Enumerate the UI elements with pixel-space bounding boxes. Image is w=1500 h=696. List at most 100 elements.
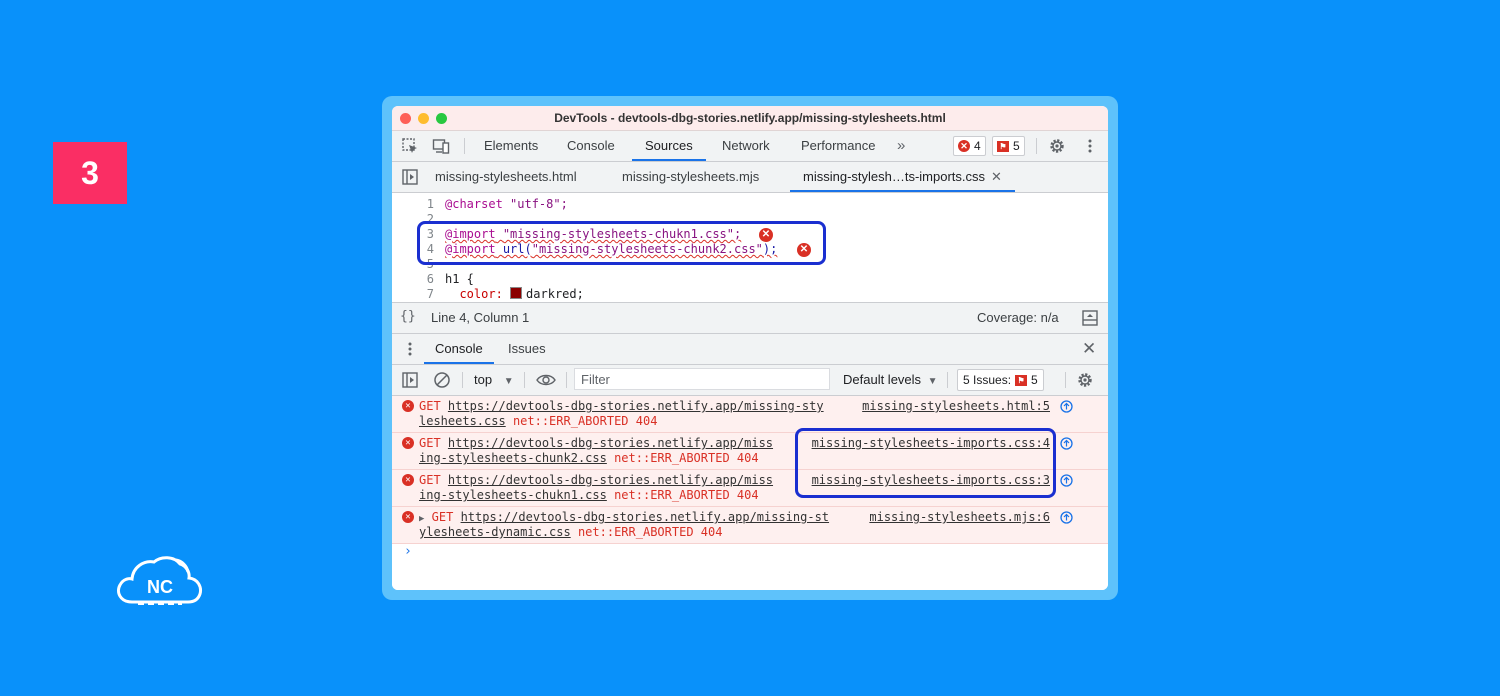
issue-flag-icon: ⚑ [1015, 374, 1028, 386]
request-url-link[interactable]: lesheets.css [419, 414, 506, 428]
issue-counter-button[interactable]: ⚑ 5 [992, 136, 1025, 156]
error-text: net::ERR_ABORTED 404 [512, 414, 658, 428]
more-options-icon[interactable] [1081, 137, 1099, 155]
step-number-badge: 3 [53, 142, 127, 204]
context-selector[interactable]: top ▼ [474, 372, 514, 387]
tab-performance[interactable]: Performance [801, 131, 875, 161]
device-toolbar-icon[interactable] [432, 137, 450, 155]
toolbar-divider [947, 372, 948, 388]
annotation-highlight-box [417, 221, 826, 265]
console-toolbar: top ▼ Default levels ▼ 5 Issues: ⚑ 5 [392, 365, 1108, 396]
request-method: GET [431, 510, 454, 524]
tab-console[interactable]: Console [567, 131, 615, 161]
annotation-highlight-box [795, 428, 1056, 498]
line-number: 7 [426, 287, 434, 301]
error-icon: ✕ [402, 437, 414, 449]
code-editor[interactable]: 1 @charset "utf-8"; 2 3 @import "missing… [392, 193, 1108, 301]
coverage-status: Coverage: n/a [977, 310, 1059, 325]
file-tab-imports-css[interactable]: missing-stylesh…ts-imports.css ✕ [790, 162, 1015, 192]
dropdown-arrow-icon: ▼ [503, 376, 514, 387]
issues-count-label: 5 Issues: [963, 373, 1012, 387]
file-tabs-bar: missing-stylesheets.html missing-stylesh… [392, 162, 1108, 193]
error-icon: ✕ [402, 511, 414, 523]
request-method: GET [419, 473, 441, 487]
expand-triangle-icon[interactable]: ▶ [419, 514, 424, 524]
issues-count-button[interactable]: 5 Issues: ⚑ 5 [957, 369, 1044, 391]
tab-elements[interactable]: Elements [484, 131, 538, 161]
settings-gear-icon[interactable] [1048, 137, 1066, 155]
console-messages: ✕ GET https://devtools-dbg-stories.netli… [392, 396, 1108, 590]
source-link[interactable]: missing-stylesheets.mjs:6 [869, 510, 1050, 525]
log-levels-label: Default levels [843, 372, 922, 387]
error-icon: ✕ [402, 400, 414, 412]
toolbar-divider [566, 372, 567, 388]
request-url-link[interactable]: https://devtools-dbg-stories.netlify.app… [461, 510, 829, 524]
context-label: top [474, 372, 493, 387]
toolbar-divider [462, 372, 463, 388]
console-error-message: ✕ ▶ GET https://devtools-dbg-stories.net… [392, 507, 1108, 544]
error-counter-button[interactable]: ✕ 4 [953, 136, 986, 156]
selector-text: h1 { [445, 272, 474, 286]
issue-flag-icon: ⚑ [997, 140, 1009, 152]
request-method: GET [419, 436, 441, 450]
editor-status-bar: {} Line 4, Column 1 Coverage: n/a [392, 302, 1108, 334]
sync-icon[interactable] [1060, 400, 1073, 413]
file-tab-mjs[interactable]: missing-stylesheets.mjs [622, 162, 759, 192]
pretty-print-braces-icon[interactable]: {} [400, 309, 416, 324]
request-url-link[interactable]: ing-stylesheets-chunk2.css [419, 451, 607, 465]
nc-cloud-logo: NC [117, 556, 202, 605]
toolbar-divider [524, 372, 525, 388]
file-tab-label: missing-stylesh…ts-imports.css [803, 169, 986, 184]
more-tabs-chevron-icon[interactable]: » [897, 131, 905, 161]
console-settings-gear-icon[interactable] [1076, 371, 1094, 389]
sync-icon[interactable] [1060, 437, 1073, 450]
charset-keyword: @charset [445, 197, 503, 211]
log-levels-dropdown[interactable]: Default levels ▼ [843, 372, 938, 387]
drawer-tabs-bar: Console Issues ✕ [392, 334, 1108, 365]
request-url-link[interactable]: https://devtools-dbg-stories.netlify.app… [448, 473, 773, 487]
error-count: 4 [974, 139, 981, 153]
close-tab-icon[interactable]: ✕ [991, 169, 1002, 184]
toolbar-divider [1036, 138, 1037, 154]
toggle-panel-icon[interactable] [1081, 309, 1099, 327]
console-filter-input[interactable] [574, 368, 830, 390]
color-swatch[interactable] [510, 287, 523, 299]
tab-sources[interactable]: Sources [632, 131, 706, 161]
drawer-menu-icon[interactable] [401, 340, 419, 358]
main-toolbar: Elements Console Sources Network Perform… [392, 131, 1108, 162]
dropdown-arrow-icon: ▼ [927, 376, 938, 387]
sync-icon[interactable] [1060, 511, 1073, 524]
error-icon: ✕ [958, 140, 970, 152]
console-sidebar-icon[interactable] [401, 371, 419, 389]
request-url-link[interactable]: https://devtools-dbg-stories.netlify.app… [448, 436, 773, 450]
request-method: GET [419, 399, 441, 413]
request-url-link[interactable]: ylesheets-dynamic.css [419, 525, 571, 539]
drawer-tab-issues[interactable]: Issues [508, 334, 546, 364]
issues-count-value: 5 [1031, 373, 1038, 387]
error-text: net::ERR_ABORTED 404 [614, 451, 759, 465]
charset-value: "utf-8"; [510, 197, 568, 211]
close-drawer-icon[interactable]: ✕ [1082, 339, 1096, 359]
console-prompt-chevron-icon[interactable]: › [404, 544, 412, 559]
window-title: DevTools - devtools-dbg-stories.netlify.… [554, 111, 946, 125]
logo-text: NC [147, 577, 173, 597]
line-number: 6 [426, 272, 434, 286]
tab-network[interactable]: Network [722, 131, 770, 161]
code-line: 1 @charset "utf-8"; [392, 197, 1108, 212]
issue-count: 5 [1013, 139, 1020, 153]
toolbar-divider [1065, 372, 1066, 388]
source-link[interactable]: missing-stylesheets.html:5 [862, 399, 1050, 414]
code-line: 6 h1 { [392, 272, 1108, 287]
sync-icon[interactable] [1060, 474, 1073, 487]
clear-console-icon[interactable] [433, 371, 451, 389]
request-url-link[interactable]: https://devtools-dbg-stories.netlify.app… [448, 399, 824, 413]
toggle-navigator-icon[interactable] [401, 168, 419, 186]
toolbar-divider [464, 138, 465, 154]
request-url-link[interactable]: ing-stylesheets-chukn1.css [419, 488, 607, 502]
file-tab-html[interactable]: missing-stylesheets.html [435, 162, 577, 192]
cursor-position: Line 4, Column 1 [431, 310, 530, 325]
drawer-tab-console[interactable]: Console [424, 334, 494, 364]
live-expression-eye-icon[interactable] [536, 371, 556, 389]
inspect-element-icon[interactable] [401, 137, 419, 155]
property-value: darkred; [526, 287, 584, 301]
